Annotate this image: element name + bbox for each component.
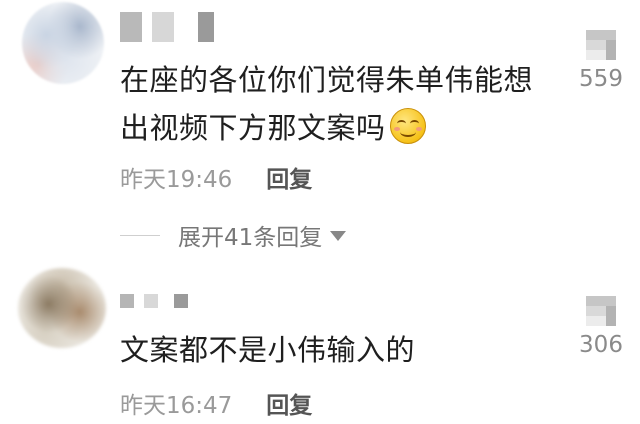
divider bbox=[120, 234, 160, 236]
comment-text-line-content: 出视频下方那文案吗 bbox=[120, 111, 386, 145]
comment-text-line: 在座的各位你们觉得朱单伟能想 bbox=[120, 63, 534, 97]
like-icon[interactable] bbox=[586, 30, 616, 60]
mosaic-block bbox=[144, 294, 158, 308]
user-avatar[interactable] bbox=[22, 2, 104, 84]
mosaic-block bbox=[174, 294, 188, 308]
like-icon[interactable] bbox=[586, 296, 616, 326]
username-redacted[interactable] bbox=[120, 294, 188, 308]
smile-emoji-icon bbox=[389, 108, 426, 144]
like-count: 559 bbox=[579, 66, 623, 92]
reply-button[interactable]: 回复 bbox=[266, 386, 312, 420]
comment-time: 昨天16:47 bbox=[120, 393, 233, 419]
mosaic-block bbox=[152, 12, 174, 42]
mosaic-block bbox=[120, 12, 142, 42]
like-button[interactable]: 559 bbox=[574, 30, 628, 92]
caret-down-icon bbox=[330, 231, 347, 241]
reply-button[interactable]: 回复 bbox=[266, 160, 312, 194]
comment-item: 在座的各位你们觉得朱单伟能想 出视频下方那文案吗 昨天19:46 回复 559 bbox=[0, 0, 640, 205]
comment-meta: 昨天16:47 回复 bbox=[120, 386, 312, 420]
expand-replies-button[interactable]: 展开41条回复 bbox=[120, 218, 347, 252]
mosaic-block bbox=[120, 294, 134, 308]
comment-time: 昨天19:46 bbox=[120, 167, 233, 193]
comment-meta: 昨天19:46 回复 bbox=[120, 160, 312, 194]
mosaic-block bbox=[198, 12, 214, 42]
comment-text-line: 出视频下方那文案吗 bbox=[120, 104, 560, 152]
like-count: 306 bbox=[579, 332, 623, 358]
comment-text: 在座的各位你们觉得朱单伟能想 出视频下方那文案吗 bbox=[120, 56, 560, 152]
like-button[interactable]: 306 bbox=[574, 296, 628, 358]
expand-replies-label: 展开41条回复 bbox=[178, 225, 323, 251]
comment-text-line: 文案都不是小伟输入的 bbox=[120, 333, 416, 367]
user-avatar[interactable] bbox=[18, 268, 106, 348]
comment-item: 文案都不是小伟输入的 昨天16:47 回复 306 bbox=[0, 262, 640, 424]
comment-text: 文案都不是小伟输入的 bbox=[120, 326, 560, 374]
username-redacted[interactable] bbox=[120, 12, 214, 42]
